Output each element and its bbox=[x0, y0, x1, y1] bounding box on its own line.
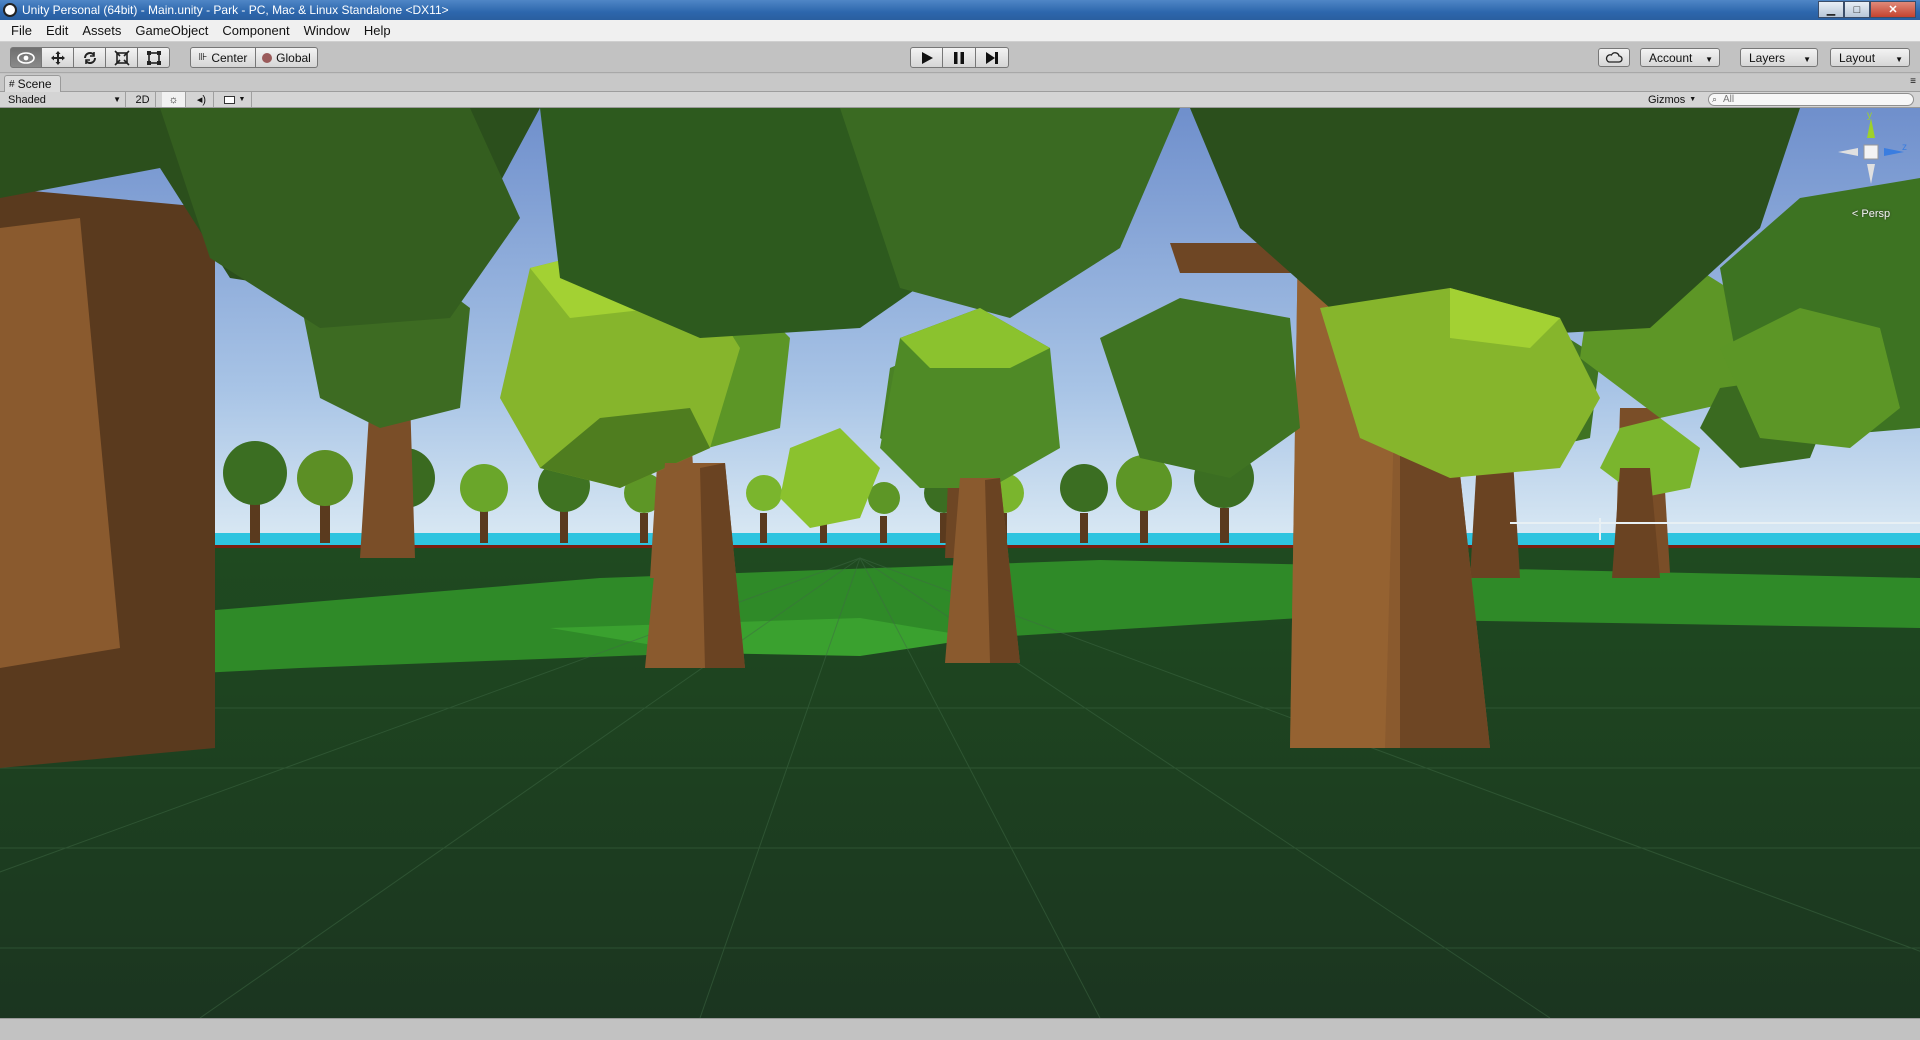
chevron-down-icon: ▼ bbox=[238, 96, 246, 103]
layers-label: Layers bbox=[1749, 50, 1786, 65]
orientation-gizmo[interactable]: y z < Persp bbox=[1834, 110, 1908, 226]
play-icon[interactable] bbox=[910, 47, 943, 68]
tab-scene[interactable]: # Scene bbox=[4, 75, 61, 92]
window-controls: ▁ □ ✕ bbox=[1818, 1, 1916, 19]
sun-icon[interactable]: ☼ bbox=[162, 92, 186, 107]
pivot-global-button[interactable]: Global bbox=[256, 47, 318, 68]
playback-controls bbox=[910, 47, 1009, 68]
chevron-down-icon: ▼ bbox=[113, 95, 121, 104]
account-label: Account bbox=[1649, 50, 1693, 65]
menu-assets[interactable]: Assets bbox=[75, 21, 128, 41]
move-icon[interactable] bbox=[42, 47, 74, 68]
grid-icon: # bbox=[9, 78, 15, 90]
pivot-label: Center bbox=[211, 50, 248, 65]
title-bar: Unity Personal (64bit) - Main.unity - Pa… bbox=[0, 0, 1920, 20]
main-toolbar: ⊪ Center Global Account ▼ Layers ▼ Layou… bbox=[0, 43, 1920, 73]
menu-file[interactable]: File bbox=[4, 21, 39, 41]
search-placeholder: All bbox=[1723, 94, 1735, 105]
maximize-icon[interactable]: □ bbox=[1844, 1, 1870, 18]
pause-icon[interactable] bbox=[943, 47, 976, 68]
unity-logo-icon bbox=[3, 3, 17, 17]
mode-2d-toggle[interactable]: 2D bbox=[130, 92, 156, 107]
scene-render bbox=[0, 108, 1920, 1018]
axis-gizmo-icon bbox=[1838, 118, 1904, 184]
menu-bar: File Edit Assets GameObject Component Wi… bbox=[0, 20, 1920, 42]
window-title: Unity Personal (64bit) - Main.unity - Pa… bbox=[22, 3, 449, 17]
scene-tab-label: Scene bbox=[17, 77, 52, 91]
transform-tools bbox=[10, 47, 170, 68]
menu-edit[interactable]: Edit bbox=[39, 21, 75, 41]
space-label: Global bbox=[276, 50, 311, 65]
mode-2d-label: 2D bbox=[135, 93, 150, 106]
rotate-icon[interactable] bbox=[74, 47, 106, 68]
cloud-icon[interactable] bbox=[1598, 48, 1630, 67]
chevron-down-icon: ▼ bbox=[1689, 96, 1697, 103]
tab-menu-icon[interactable]: ≡ bbox=[1910, 76, 1916, 87]
chevron-down-icon: ▼ bbox=[1895, 55, 1903, 64]
status-bar bbox=[0, 1018, 1920, 1040]
menu-help[interactable]: Help bbox=[357, 21, 398, 41]
search-icon: ⌕ bbox=[1712, 94, 1718, 104]
layout-label: Layout bbox=[1839, 50, 1876, 65]
scene-search-input[interactable]: ⌕ All bbox=[1708, 93, 1914, 106]
close-icon[interactable]: ✕ bbox=[1870, 1, 1916, 18]
projection-label[interactable]: < Persp bbox=[1834, 208, 1908, 220]
scene-tab-bar: # Scene ≡ bbox=[0, 74, 1920, 92]
speaker-icon[interactable]: ◂) bbox=[190, 92, 214, 107]
image-icon-glyph bbox=[223, 95, 235, 104]
scene-viewport[interactable]: y z < Persp bbox=[0, 108, 1920, 1018]
scene-control-bar: Shaded ▼ 2D ☼ ◂) ▼ Gizmos ▼ ⌕ All bbox=[0, 92, 1920, 108]
image-icon[interactable]: ▼ bbox=[218, 92, 252, 107]
rect-icon[interactable] bbox=[138, 47, 170, 68]
scale-icon[interactable] bbox=[106, 47, 138, 68]
layers-dropdown[interactable]: Layers ▼ bbox=[1740, 48, 1818, 67]
shading-mode-dropdown[interactable]: Shaded ▼ bbox=[4, 92, 126, 107]
gizmos-dropdown[interactable]: Gizmos ▼ bbox=[1648, 92, 1696, 107]
step-icon[interactable] bbox=[976, 47, 1009, 68]
hand-icon[interactable] bbox=[10, 47, 42, 68]
layout-dropdown[interactable]: Layout ▼ bbox=[1830, 48, 1910, 67]
chevron-down-icon: ▼ bbox=[1705, 55, 1713, 64]
account-dropdown[interactable]: Account ▼ bbox=[1640, 48, 1720, 67]
globe-icon bbox=[262, 52, 273, 63]
minimize-icon[interactable]: ▁ bbox=[1818, 1, 1844, 18]
axis-z-label: z bbox=[1902, 142, 1907, 153]
menu-gameobject[interactable]: GameObject bbox=[128, 21, 215, 41]
axis-y-label: y bbox=[1867, 110, 1872, 121]
chevron-down-icon: ▼ bbox=[1803, 55, 1811, 64]
shading-mode-label: Shaded bbox=[8, 93, 46, 106]
menu-component[interactable]: Component bbox=[215, 21, 296, 41]
pivot-controls: ⊪ Center Global bbox=[190, 47, 318, 68]
pivot-center-button[interactable]: ⊪ Center bbox=[190, 47, 256, 68]
menu-window[interactable]: Window bbox=[297, 21, 357, 41]
gizmos-label: Gizmos bbox=[1648, 93, 1686, 106]
pivot-icon: ⊪ bbox=[198, 52, 208, 63]
